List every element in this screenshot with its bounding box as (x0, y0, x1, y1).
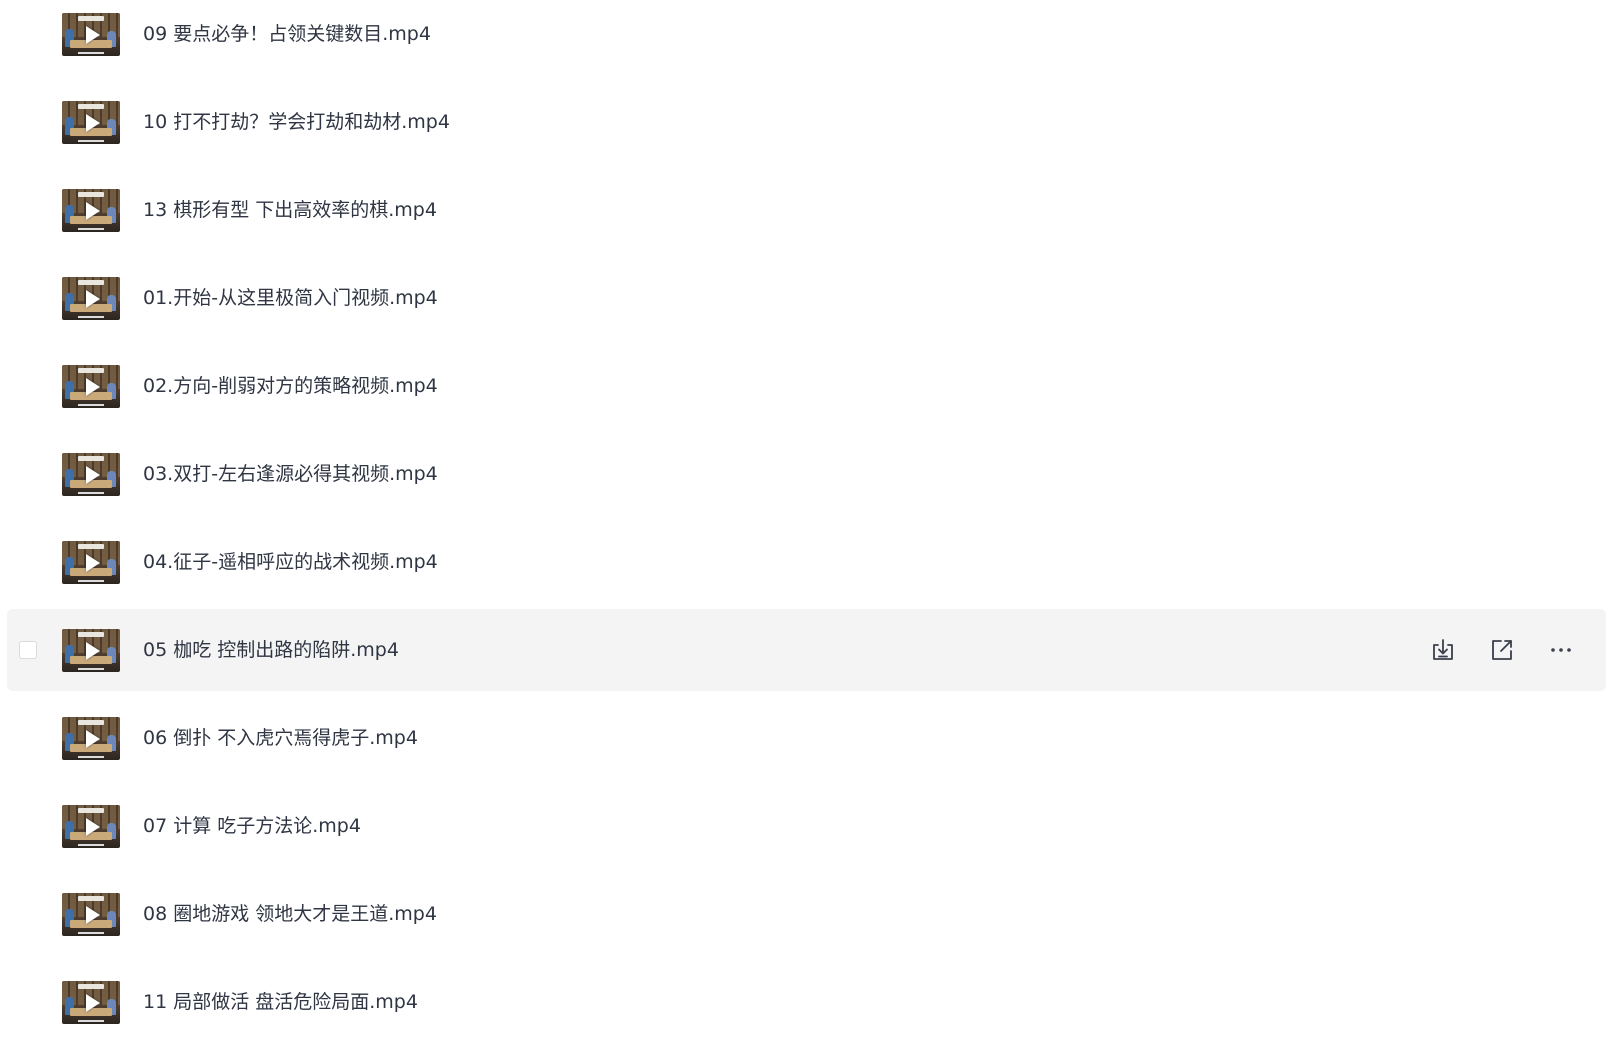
play-icon (86, 113, 100, 132)
file-name[interactable]: 04.征子-遥相呼应的战术视频.mp4 (143, 521, 438, 603)
file-row[interactable]: 08 圈地游戏 领地大才是王道.mp4 (7, 873, 1606, 955)
video-thumbnail-icon (62, 981, 120, 1024)
file-name[interactable]: 01.开始-从这里极简入门视频.mp4 (143, 257, 438, 339)
play-icon (86, 817, 100, 836)
play-icon (86, 25, 100, 44)
video-thumbnail-icon (62, 13, 120, 56)
video-thumbnail-icon (62, 629, 120, 672)
play-icon (86, 377, 100, 396)
video-thumbnail-icon (62, 189, 120, 232)
file-row[interactable]: 10 打不打劫？学会打劫和劫材.mp4 (7, 81, 1606, 163)
file-name[interactable]: 05 枷吃 控制出路的陷阱.mp4 (143, 609, 399, 691)
file-name[interactable]: 10 打不打劫？学会打劫和劫材.mp4 (143, 81, 450, 163)
file-row[interactable]: 07 计算 吃子方法论.mp4 (7, 785, 1606, 867)
video-thumbnail-icon (62, 277, 120, 320)
play-icon (86, 465, 100, 484)
play-icon (86, 553, 100, 572)
file-name[interactable]: 03.双打-左右逢源必得其视频.mp4 (143, 433, 438, 515)
file-row[interactable]: 06 倒扑 不入虎穴焉得虎子.mp4 (7, 697, 1606, 779)
file-name[interactable]: 11 局部做活 盘活危险局面.mp4 (143, 961, 418, 1043)
play-icon (86, 905, 100, 924)
file-list: 09 要点必争！占领关键数目.mp4 10 打不打劫？学会打劫和劫材.mp4 1… (0, 0, 1606, 1050)
file-name[interactable]: 06 倒扑 不入虎穴焉得虎子.mp4 (143, 697, 418, 779)
play-icon (86, 641, 100, 660)
file-name[interactable]: 07 计算 吃子方法论.mp4 (143, 785, 361, 867)
row-actions (1406, 609, 1606, 691)
row-checkbox[interactable] (19, 641, 37, 659)
file-row[interactable]: 01.开始-从这里极简入门视频.mp4 (7, 257, 1606, 339)
play-icon (86, 201, 100, 220)
file-name[interactable]: 13 棋形有型 下出高效率的棋.mp4 (143, 169, 437, 251)
file-name[interactable]: 02.方向-削弱对方的策略视频.mp4 (143, 345, 438, 427)
video-thumbnail-icon (62, 101, 120, 144)
video-thumbnail-icon (62, 541, 120, 584)
video-thumbnail-icon (62, 805, 120, 848)
download-icon[interactable] (1429, 636, 1457, 664)
file-row[interactable]: 02.方向-削弱对方的策略视频.mp4 (7, 345, 1606, 427)
share-icon[interactable] (1488, 636, 1516, 664)
play-icon (86, 289, 100, 308)
file-row[interactable]: 11 局部做活 盘活危险局面.mp4 (7, 961, 1606, 1043)
file-row-hovered[interactable]: 05 枷吃 控制出路的陷阱.mp4 (7, 609, 1606, 691)
file-row[interactable]: 13 棋形有型 下出高效率的棋.mp4 (7, 169, 1606, 251)
file-row[interactable]: 03.双打-左右逢源必得其视频.mp4 (7, 433, 1606, 515)
video-thumbnail-icon (62, 365, 120, 408)
file-name[interactable]: 08 圈地游戏 领地大才是王道.mp4 (143, 873, 437, 955)
play-icon (86, 993, 100, 1012)
video-thumbnail-icon (62, 453, 120, 496)
file-name[interactable]: 09 要点必争！占领关键数目.mp4 (143, 0, 431, 75)
video-thumbnail-icon (62, 893, 120, 936)
play-icon (86, 729, 100, 748)
file-row[interactable]: 09 要点必争！占领关键数目.mp4 (7, 0, 1606, 75)
video-thumbnail-icon (62, 717, 120, 760)
more-icon[interactable] (1547, 636, 1575, 664)
file-row[interactable]: 04.征子-遥相呼应的战术视频.mp4 (7, 521, 1606, 603)
